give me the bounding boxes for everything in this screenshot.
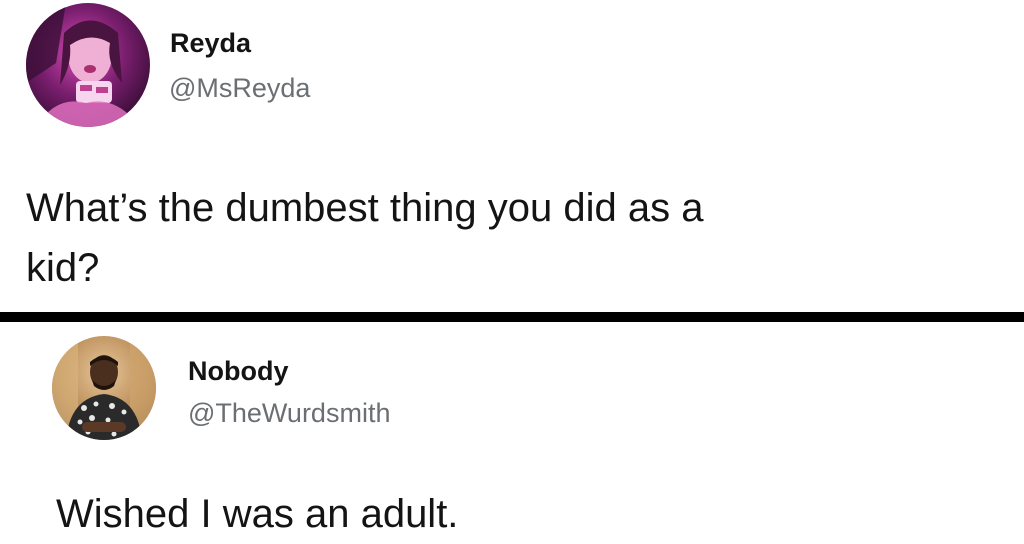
display-name[interactable]: Reyda (170, 27, 251, 59)
tweet-nobody: Nobody @TheWurdsmith Wished I was an adu… (0, 322, 1024, 537)
tweet-reyda: Reyda @MsReyda What’s the dumbest thing … (0, 0, 1024, 312)
user-handle[interactable]: @TheWurdsmith (188, 397, 390, 429)
tweet-text: Wished I was an adult. (56, 492, 459, 536)
divider (0, 312, 1024, 322)
user-handle[interactable]: @MsReyda (169, 72, 310, 104)
display-name[interactable]: Nobody (188, 355, 289, 387)
avatar[interactable] (26, 3, 150, 127)
profile-photo-icon (26, 3, 150, 127)
tweet-text: What’s the dumbest thing you did as a ki… (26, 186, 704, 290)
profile-photo-icon (52, 336, 156, 440)
avatar[interactable] (52, 336, 156, 440)
